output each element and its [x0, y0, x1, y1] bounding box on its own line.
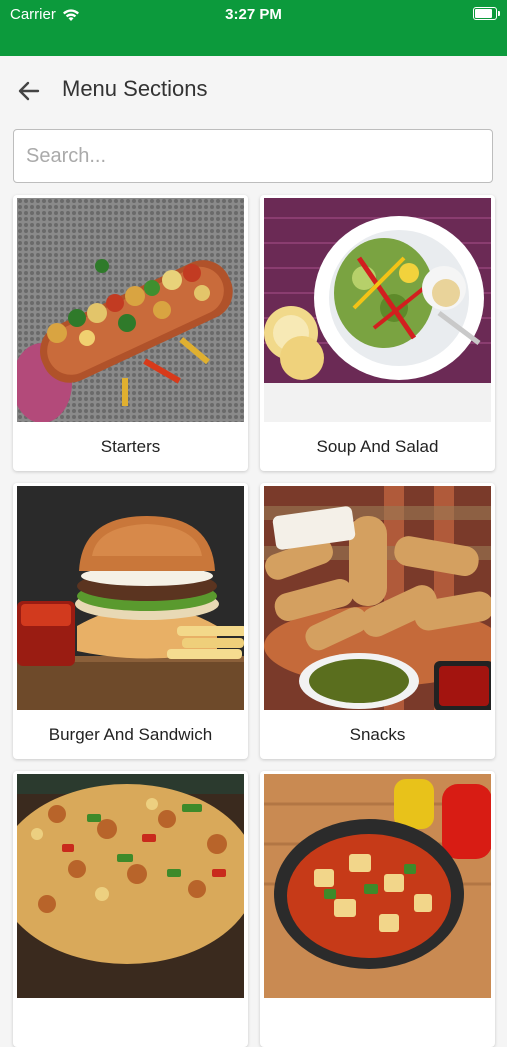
menu-card-label [13, 998, 248, 1047]
menu-card-label: Snacks [349, 725, 406, 744]
menu-card-burger-and-sandwich[interactable]: Burger And Sandwich [13, 483, 248, 759]
status-bar: Carrier 3:27 PM [0, 0, 507, 56]
battery-icon [473, 7, 500, 20]
curry-image [264, 774, 491, 998]
burger-and-sandwich-image [17, 486, 244, 710]
menu-card-soup-and-salad[interactable]: Soup And Salad [260, 195, 495, 471]
menu-card-snacks[interactable]: Snacks [260, 483, 495, 759]
status-time: 3:27 PM [225, 6, 282, 23]
menu-card-curry[interactable] [260, 771, 495, 1047]
app-header: Menu Sections [0, 56, 507, 124]
pizza-image [17, 774, 244, 998]
menu-card-pizza[interactable] [13, 771, 248, 1047]
menu-sections-grid: Starters Soup And Salad Burger And Sandw… [13, 195, 495, 1047]
menu-card-starters[interactable]: Starters [13, 195, 248, 471]
snacks-image [264, 486, 491, 710]
back-button[interactable] [14, 76, 44, 106]
menu-card-label [260, 998, 495, 1047]
menu-card-label: Starters [100, 437, 161, 456]
menu-card-label: Soup And Salad [316, 437, 439, 456]
arrow-left-icon [18, 81, 40, 101]
page-title: Menu Sections [62, 76, 208, 101]
starters-image [17, 198, 244, 422]
menu-card-label: Burger And Sandwich [48, 725, 213, 744]
soup-and-salad-image [264, 198, 491, 422]
search-input[interactable] [13, 129, 493, 183]
